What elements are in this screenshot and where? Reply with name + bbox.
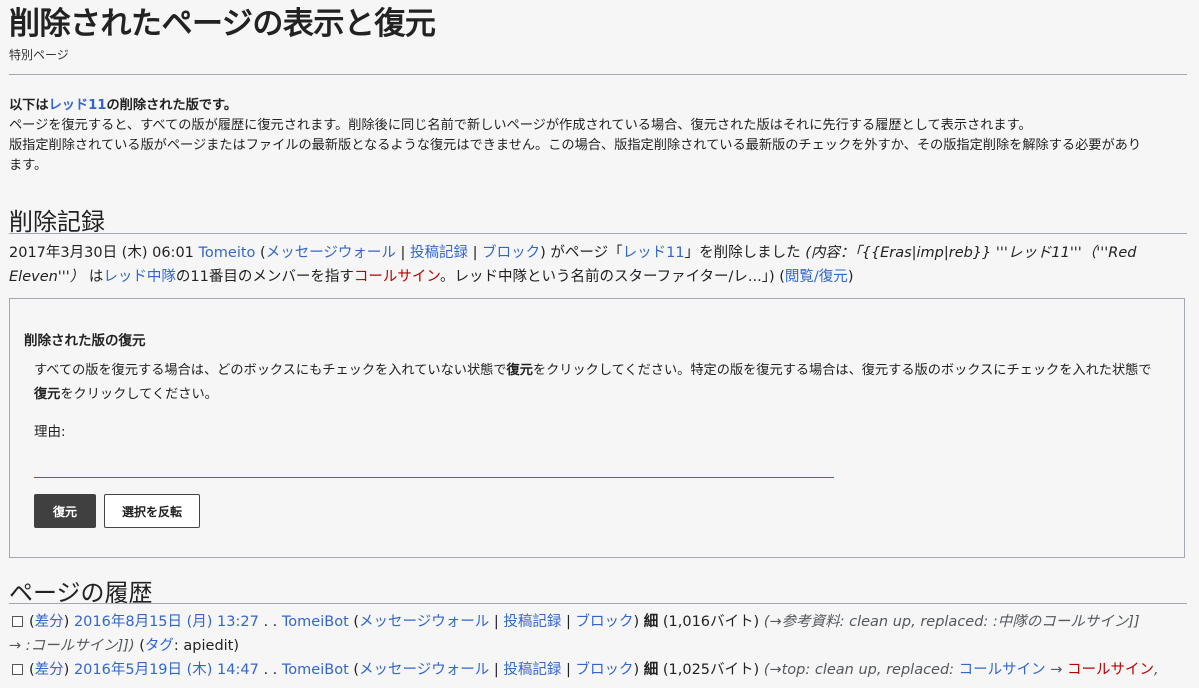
intro-text: 以下はレッド11の削除された版です。 ページを復元すると、すべての版が履歴に復元… [9,96,1187,176]
deletion-log-divider [9,233,1187,234]
history-user-link[interactable]: TomeiBot [282,614,349,630]
log-callsign-link[interactable]: コールサイン [354,269,440,285]
summary-callsign-redlink[interactable]: コールサイン [1067,662,1154,678]
edit-summary: (→参考資料: clean up, replaced: :中隊のコールサイン]] [763,614,1140,630]
reason-label: 理由: [34,424,66,440]
revision-size: (1,016バイト) [662,614,760,630]
log-view-restore-link[interactable]: 閲覧/復元 [785,269,848,285]
intro-line-2: ページを復元すると、すべての版が履歴に復元されます。削除後に同じ名前で新しいペー… [9,118,1032,133]
revision-checkbox[interactable] [12,663,23,675]
log-page-link[interactable]: レッド11 [623,245,685,261]
intro-line-4: ます。 [9,158,48,173]
edit-summary: (→top: clean up, replaced: [763,662,959,678]
intro-line-3: 版指定削除されている版がページまたはファイルの最新版となるような復元はできません… [9,138,1142,153]
history-row-cont: → :コールサイン]]) (タグ: apiedit) [9,638,240,654]
restore-legend: 削除された版の復元 [24,333,146,349]
log-user-link[interactable]: Tomeito [199,245,256,261]
log-line-1: 2017年3月30日 (木) 06:01 Tomeito (メッセージウォール … [9,245,1137,261]
restore-instructions: すべての版を復元する場合は、どのボックスにもチェックを入れていない状態で復元をク… [34,363,1152,402]
tags-link[interactable]: タグ [145,638,174,654]
tag-value: apiedit [183,638,234,654]
log-block-link[interactable]: ブロック [482,245,540,261]
diff-link[interactable]: 差分 [35,614,64,630]
page-title: 削除されたページの表示と復元 [9,6,436,42]
restore-button[interactable]: 復元 [34,494,96,528]
revision-date-link[interactable]: 2016年5月19日 (木) 14:47 [74,662,259,678]
revision-size: (1,025バイト) [662,662,760,678]
history-contribs-link[interactable]: 投稿記録 [503,662,561,678]
history-row: (差分) 2016年5月19日 (木) 14:47 . . TomeiBot (… [9,658,1194,682]
history-block-link[interactable]: ブロック [575,662,633,678]
revision-checkbox[interactable] [12,615,23,627]
deletion-log-entry: 2017年3月30日 (木) 06:01 Tomeito (メッセージウォール … [9,241,1189,289]
history-row: (差分) 2016年8月15日 (月) 13:27 . . TomeiBot (… [9,610,1194,634]
minor-edit-flag: 細 [643,662,659,678]
history-talk-link[interactable]: メッセージウォール [359,662,489,678]
intro-page-link[interactable]: レッド11 [49,98,107,113]
page-history-divider [9,603,1187,604]
log-contribs-link[interactable]: 投稿記録 [410,245,468,261]
history-contribs-link[interactable]: 投稿記録 [503,614,561,630]
invert-selection-button[interactable]: 選択を反転 [104,494,200,528]
intro-line-1: 以下はレッド11の削除された版です。 [9,98,238,113]
revision-date-link[interactable]: 2016年8月15日 (月) 13:27 [74,614,259,630]
history-list: (差分) 2016年8月15日 (月) 13:27 . . TomeiBot (… [9,610,1194,682]
history-block-link[interactable]: ブロック [575,614,633,630]
summary-callsign-link[interactable]: コールサイン [959,662,1046,678]
log-red-squadron-link[interactable]: レッド中隊 [103,269,176,285]
diff-link[interactable]: 差分 [35,662,64,678]
minor-edit-flag: 細 [643,614,659,630]
title-divider [9,74,1187,75]
log-talk-link[interactable]: メッセージウォール [266,245,396,261]
history-talk-link[interactable]: メッセージウォール [359,614,489,630]
history-user-link[interactable]: TomeiBot [282,662,349,678]
reason-input[interactable] [34,455,834,478]
log-line-2: Eleven'''） はレッド中隊の11番目のメンバーを指すコールサイン。レッド… [9,269,854,285]
deletion-log-heading: 削除記録 [9,208,105,236]
page-subtitle: 特別ページ [9,48,69,62]
